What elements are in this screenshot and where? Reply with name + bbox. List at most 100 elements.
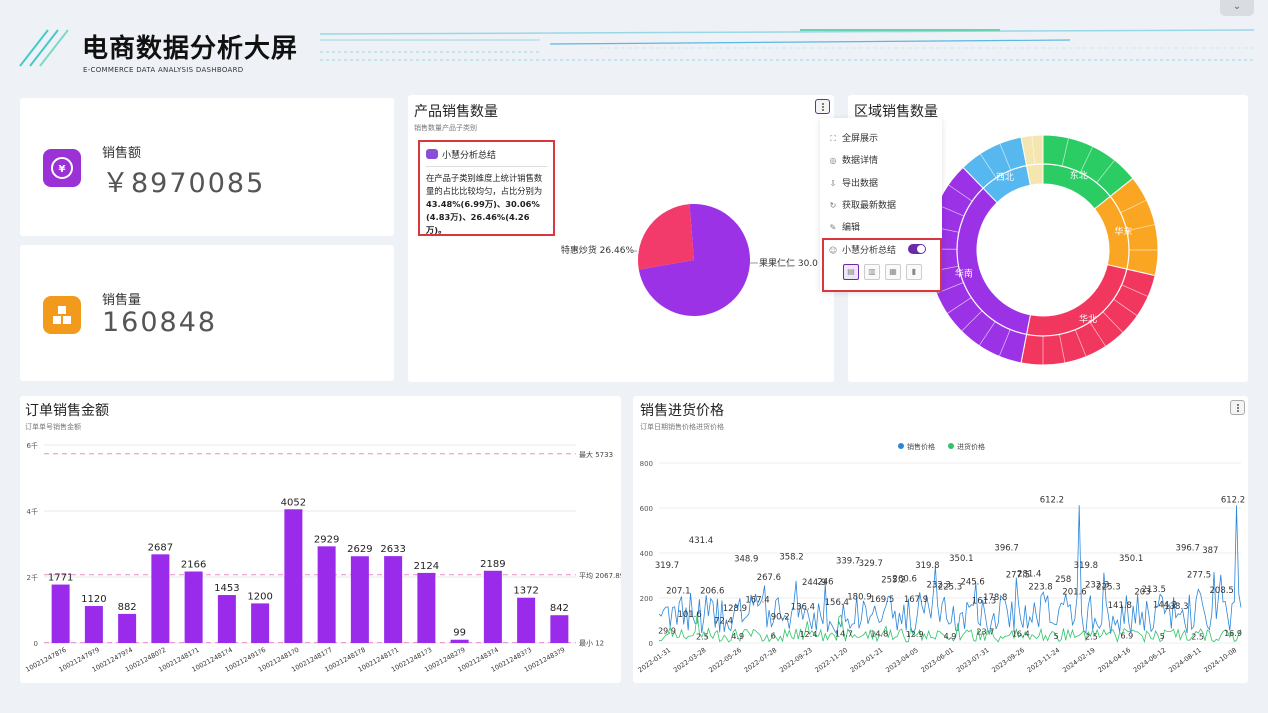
- data-label: 72.4: [714, 617, 733, 627]
- bar-value-label: 842: [550, 603, 569, 614]
- chevron-down-icon: ⌄: [1232, 1, 1242, 12]
- data-label: 396.7: [1176, 544, 1200, 554]
- robot-icon: [426, 149, 438, 159]
- donut-segment: [927, 166, 1031, 364]
- menu-item-edit[interactable]: ✎ 编辑: [828, 220, 860, 236]
- menu-item-refresh[interactable]: ↻ 获取最新数据: [828, 198, 896, 214]
- data-label: 101.6: [677, 610, 701, 620]
- list-view-icon[interactable]: ▦: [885, 264, 901, 280]
- bar: [251, 603, 270, 643]
- product-chart-title: 产品销售数量: [414, 104, 498, 120]
- data-label: 396.7: [994, 544, 1018, 554]
- x-tick-label: 2022-11-20: [813, 646, 849, 674]
- series-line: [658, 505, 1242, 636]
- bar-view-icon[interactable]: ▥: [864, 264, 880, 280]
- text-view-icon[interactable]: ▤: [843, 264, 859, 280]
- order-chart-title: 订单销售金额: [25, 403, 109, 419]
- data-label: 319.7: [655, 561, 679, 571]
- yen-icon: ¥: [43, 149, 81, 187]
- dashboard-header: 电商数据分析大屏 E-COMMERCE DATA ANALYSIS DASHBO…: [0, 0, 1268, 90]
- data-label: 201.6: [1062, 588, 1086, 598]
- data-label: 319.8: [1074, 561, 1098, 571]
- summary-text: 在产品子类别维度上统计销售数 量的占比比较均匀，占比分别为 43.48%(6.9…: [426, 172, 549, 237]
- region-donut-chart: 东北华东华北华南西北: [927, 134, 1159, 366]
- bar: [51, 584, 70, 643]
- data-label: 431.4: [689, 536, 713, 546]
- menu-item-fullscreen[interactable]: ⛶ 全屏展示: [828, 131, 878, 147]
- data-label: 156.4: [825, 598, 849, 608]
- data-label: 246: [817, 578, 833, 588]
- order-bar-chart: 02千4千6千最大 5733平均 2067.89最小 1217711002124…: [24, 441, 621, 674]
- y-tick-label: 4千: [27, 507, 38, 516]
- bar-value-label: 2629: [347, 544, 372, 555]
- menu-item-label: 数据详情: [842, 156, 879, 166]
- data-label: 14.8: [870, 630, 888, 639]
- data-label: 23.7: [976, 628, 994, 637]
- bar-value-label: 99: [453, 628, 466, 639]
- data-label: 350.1: [1119, 554, 1143, 564]
- bar: [151, 554, 170, 643]
- summary-divider: [426, 166, 547, 167]
- kpi-value: ￥8970085: [102, 168, 266, 199]
- bar: [350, 556, 369, 643]
- collapse-header-button[interactable]: ⌄: [1220, 0, 1254, 16]
- data-label: 213.5: [1142, 585, 1166, 595]
- menu-item-data-details[interactable]: ◎ 数据详情: [828, 153, 879, 169]
- data-label: 5: [1160, 632, 1165, 641]
- bar-value-label: 1372: [513, 586, 538, 597]
- bar: [217, 595, 236, 643]
- data-label: 358.2: [779, 552, 803, 562]
- bar-value-label: 2687: [148, 542, 173, 553]
- bar: [417, 572, 436, 643]
- kpi-card-sales-volume: 销售量 160848: [20, 245, 394, 381]
- x-tick-label: 2024-08-11: [1167, 646, 1203, 674]
- bar-value-label: 1771: [48, 573, 73, 584]
- data-label: 136.4: [791, 602, 815, 612]
- x-tick-label: 2023-04-05: [884, 646, 920, 674]
- data-label: 223.8: [1028, 583, 1052, 593]
- data-label: 267.6: [757, 573, 781, 583]
- price-chart-subtitle: 订单日期销售价格进货价格: [640, 423, 724, 431]
- bar: [384, 556, 403, 643]
- y-tick-label: 800: [640, 460, 653, 468]
- data-label: 207.1: [666, 586, 690, 596]
- bar-value-label: 2124: [414, 561, 439, 572]
- bar-value-label: 2929: [314, 534, 339, 545]
- data-label: 319.8: [915, 561, 939, 571]
- order-chart-subtitle: 订单单号销售金额: [25, 423, 81, 431]
- ai-summary-toggle[interactable]: [908, 244, 926, 254]
- column-view-icon[interactable]: ▮: [906, 264, 922, 280]
- more-options-button[interactable]: [1230, 400, 1245, 415]
- x-tick-label: 2022-09-23: [778, 646, 814, 674]
- page-title: 电商数据分析大屏: [82, 34, 299, 64]
- data-label: 258: [1055, 575, 1071, 585]
- data-label: 329.7: [859, 559, 883, 569]
- data-label: 90.2: [771, 613, 790, 623]
- summary-line: (4.83万)、26.46%(4.26万)。: [426, 212, 530, 235]
- bar: [84, 606, 103, 643]
- kpi-value: 160848: [102, 307, 218, 338]
- refresh-icon: ↻: [829, 201, 837, 210]
- data-label: 178.8: [983, 593, 1007, 603]
- data-label: 6.9: [1121, 631, 1134, 640]
- marker-label: 最小 12: [579, 639, 604, 648]
- x-tick-label: 2022-05-26: [707, 646, 743, 674]
- summary-heading-label: 小慧分析总结: [442, 151, 497, 161]
- data-label: 4.9: [731, 632, 744, 641]
- data-label: 12.4: [800, 630, 818, 639]
- price-chart-title: 销售进货价格: [640, 403, 724, 419]
- more-options-button[interactable]: [815, 99, 830, 114]
- price-line-chart: 0 200 400 600 800 销售价格 进货价格 319.7 207.1 101.6 431.…: [637, 442, 1246, 674]
- pie-slice: [638, 204, 694, 270]
- x-tick-label: 2023-09-26: [990, 646, 1026, 674]
- x-tick-label: 2023-11-24: [1026, 646, 1062, 674]
- menu-item-export[interactable]: ⇩ 导出数据: [828, 176, 878, 192]
- y-tick-label: 2千: [27, 573, 38, 582]
- x-tick-label: 2024-04-16: [1096, 646, 1132, 674]
- marker-label: 最大 5733: [579, 450, 613, 459]
- x-tick-label: 2023-01-21: [849, 646, 885, 674]
- legend-label: 进货价格: [957, 442, 985, 451]
- data-label: 612.2: [1221, 495, 1245, 505]
- data-label: 141.8: [1108, 601, 1132, 611]
- ai-summary-box: 小慧分析总结 在产品子类别维度上统计销售数 量的占比比较均匀，占比分别为 43.…: [418, 140, 555, 236]
